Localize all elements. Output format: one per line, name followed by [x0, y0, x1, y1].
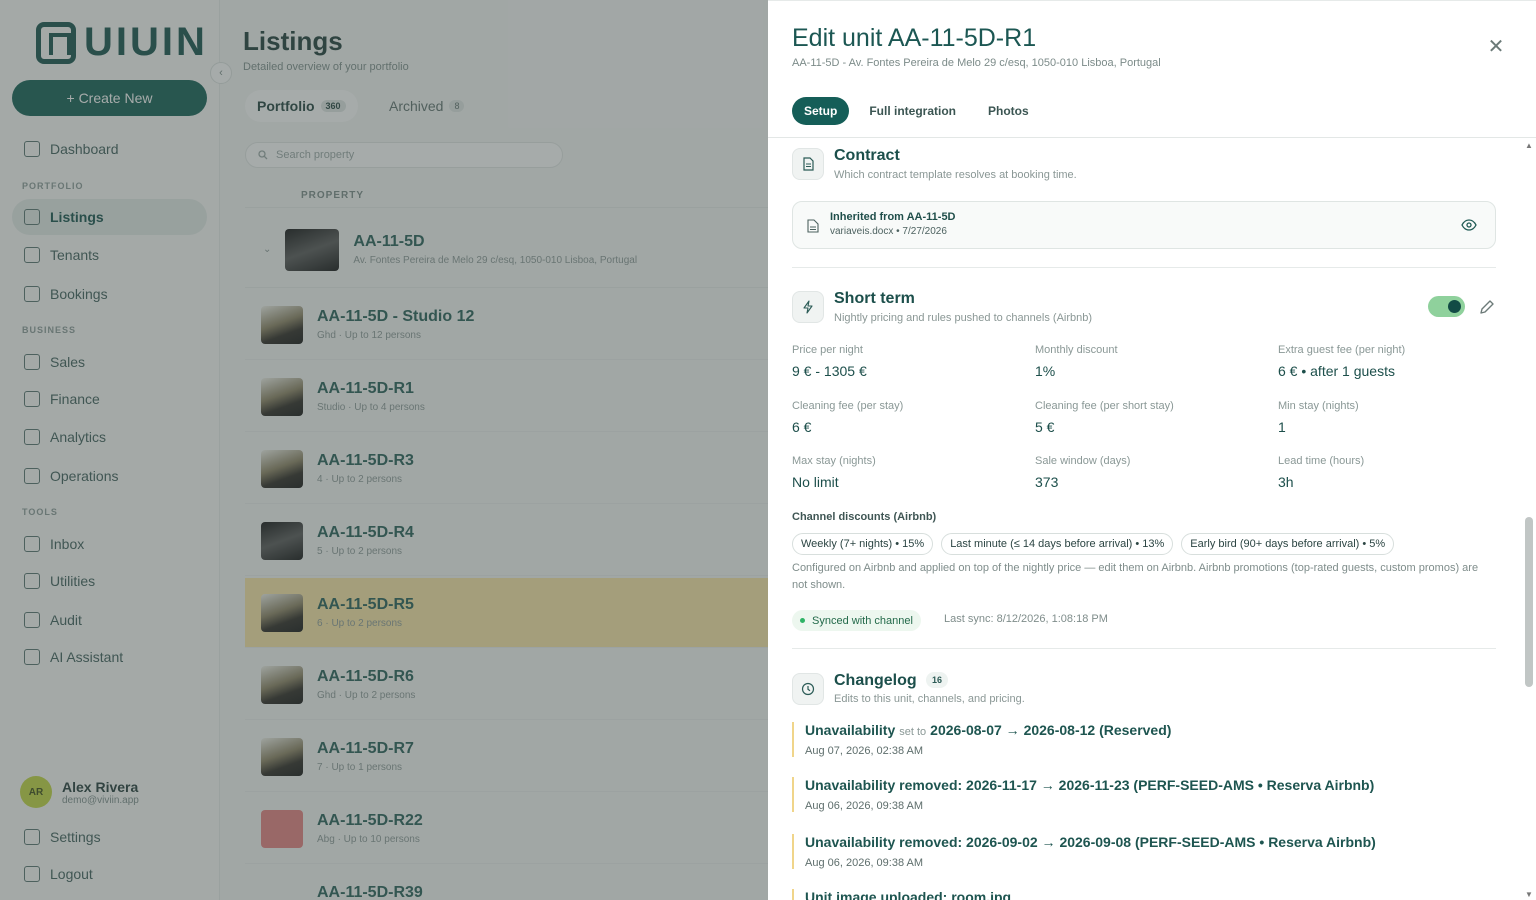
field-label: Min stay (nights)	[1278, 400, 1359, 412]
short-term-toggle[interactable]	[1428, 296, 1465, 317]
field-label: Price per night	[792, 344, 863, 356]
discount-chip-last-minute: Last minute (≤ 14 days before arrival) •…	[941, 533, 1174, 555]
entry-value: 2026-08-07 → 2026-08-12 (Reserved)	[930, 722, 1172, 738]
drawer-tabs: Setup Full integration Photos	[792, 97, 1041, 125]
field-label: Cleaning fee (per stay)	[792, 400, 904, 412]
field-monthly-discount: Monthly discount 1%	[1035, 344, 1270, 379]
changelog-entry-date: Aug 06, 2026, 09:38 AM	[805, 800, 924, 812]
field-price-per-night: Price per night 9 € - 1305 €	[792, 344, 1027, 379]
changelog-entry-date: Aug 06, 2026, 09:38 AM	[805, 857, 924, 869]
field-label: Lead time (hours)	[1278, 455, 1365, 467]
edit-unit-drawer: Edit unit AA-11-5D-R1 AA-11-5D - Av. Fon…	[768, 0, 1536, 900]
changelog-entry-text: Unavailability set to 2026-08-07 → 2026-08…	[805, 722, 1496, 738]
changelog-entry: Unavailability removed: 2026-11-17 → 202…	[792, 777, 1496, 812]
short-term-description: Nightly pricing and rules pushed to chan…	[834, 312, 1093, 324]
field-value: 3h	[1278, 474, 1294, 490]
field-value: 6 €	[792, 419, 812, 435]
entry-field: Unavailability	[805, 722, 896, 738]
channel-discount-chips: Weekly (7+ nights) • 15% Last minute (≤ …	[792, 533, 1395, 555]
eye-icon[interactable]	[1461, 219, 1477, 231]
changelog-entry-text: Unavailability removed: 2026-09-02 → 202…	[805, 834, 1376, 850]
field-value: 373	[1035, 474, 1059, 490]
inherited-title: Inherited from AA-11-5D	[830, 211, 956, 223]
channel-discount-note: Configured on Airbnb and applied on top …	[792, 562, 1479, 591]
drawer-header: Edit unit AA-11-5D-R1 AA-11-5D - Av. Fon…	[768, 1, 1536, 138]
field-extra-guest-fee: Extra guest fee (per night) 6 € • after 1…	[1278, 344, 1496, 379]
field-value: 5 €	[1035, 419, 1055, 435]
field-max-stay: Max stay (nights) No limit	[792, 455, 1027, 490]
close-icon[interactable]: ✕	[1486, 37, 1506, 57]
field-value: 1%	[1035, 363, 1056, 379]
discount-chip-weekly: Weekly (7+ nights) • 15%	[792, 533, 934, 555]
short-term-title: Short term	[834, 290, 915, 307]
field-value: 6 € • after 1 guests	[1278, 363, 1395, 379]
pencil-icon[interactable]	[1478, 298, 1496, 316]
field-label: Extra guest fee (per night)	[1278, 344, 1406, 356]
changelog-entry: Unavailability set to 2026-08-07 → 2026-08…	[792, 722, 1496, 757]
changelog-count-badge: 16	[926, 672, 949, 688]
inherited-contract-card[interactable]: Inherited from AA-11-5D variaveis.docx •…	[792, 201, 1496, 249]
tab-setup[interactable]: Setup	[792, 97, 850, 125]
field-sale-window: Sale window (days) 373	[1035, 455, 1270, 490]
channel-discounts-title: Channel discounts (Airbnb)	[792, 511, 937, 523]
changelog-title: Changelog	[834, 672, 917, 689]
changelog-entry-text: Unavailability removed: 2026-11-17 → 202…	[805, 777, 1375, 793]
status-badge: Synced with channel	[792, 610, 921, 631]
field-label: Sale window (days)	[1035, 455, 1131, 467]
field-label: Cleaning fee (per short stay)	[1035, 400, 1174, 412]
section-divider	[792, 267, 1496, 268]
scroll-down-arrow-icon[interactable]: ▼	[1525, 890, 1533, 899]
document-icon	[792, 148, 824, 180]
field-label: Monthly discount	[1035, 344, 1118, 356]
scroll-thumb[interactable]	[1525, 517, 1533, 687]
entry-verb: set to	[899, 726, 927, 738]
field-value: 1	[1278, 419, 1286, 435]
tab-photos[interactable]: Photos	[976, 97, 1041, 125]
field-label: Max stay (nights)	[792, 455, 876, 467]
drawer-scrollbar[interactable]: ▲ ▼	[1524, 141, 1534, 900]
field-value: 9 € - 1305 €	[792, 363, 867, 379]
file-icon	[807, 219, 819, 233]
changelog-entry-date: Aug 07, 2026, 02:38 AM	[805, 745, 924, 757]
drawer-subtitle: AA-11-5D - Av. Fontes Pereira de Melo 29…	[792, 57, 1161, 69]
changelog-description: Edits to this unit, channels, and pricin…	[834, 693, 1025, 705]
changelog-entry: Unavailability removed: 2026-09-02 → 202…	[792, 834, 1496, 869]
scroll-up-arrow-icon[interactable]: ▲	[1525, 141, 1533, 150]
field-cleaning-fee-stay: Cleaning fee (per stay) 6 €	[792, 400, 1027, 435]
changelog-entry: Unit image uploaded: room.jpg	[792, 889, 1496, 900]
field-value: No limit	[792, 474, 839, 490]
last-sync-text: Last sync: 8/12/2026, 1:08:18 PM	[944, 613, 1108, 625]
field-min-stay: Min stay (nights) 1	[1278, 400, 1496, 435]
inherited-file: variaveis.docx • 7/27/2026	[830, 226, 947, 237]
contract-description: Which contract template resolves at book…	[834, 169, 1077, 181]
clock-icon	[792, 673, 824, 705]
section-divider	[792, 648, 1496, 649]
contract-title: Contract	[834, 147, 900, 164]
tab-full-integration[interactable]: Full integration	[857, 97, 968, 125]
field-cleaning-fee-short-stay: Cleaning fee (per short stay) 5 €	[1035, 400, 1270, 435]
changelog-entry-text: Unit image uploaded: room.jpg	[805, 889, 1012, 900]
lightning-icon	[792, 291, 824, 323]
field-lead-time: Lead time (hours) 3h	[1278, 455, 1496, 490]
drawer-body[interactable]: Contract Which contract template resolve…	[792, 139, 1496, 900]
drawer-title: Edit unit AA-11-5D-R1	[792, 24, 1037, 52]
discount-chip-early-bird: Early bird (90+ days before arrival) • 5…	[1181, 533, 1395, 555]
